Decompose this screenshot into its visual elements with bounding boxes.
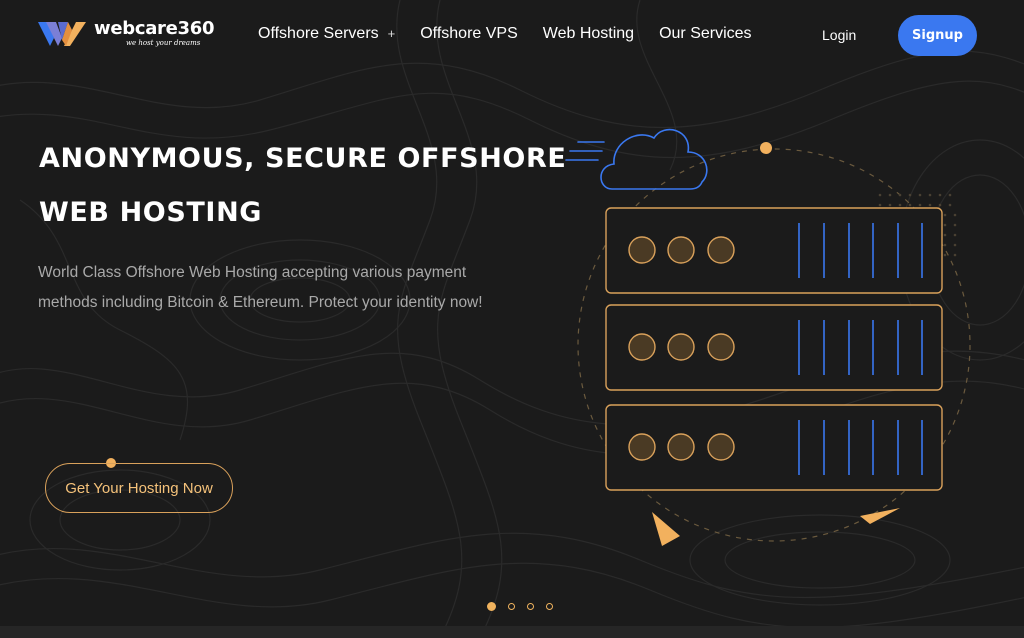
- arrow-left-icon: [652, 512, 680, 546]
- brand-tagline: we host your dreams: [126, 39, 201, 47]
- server-rack-icon: [605, 207, 943, 491]
- nav-item-label: Offshore Servers: [258, 25, 379, 42]
- plus-icon: +: [387, 26, 396, 41]
- slider-dot-2[interactable]: [508, 603, 515, 610]
- webcare-logo-icon: [38, 22, 86, 46]
- nav-item-our-services[interactable]: Our Services: [659, 25, 751, 43]
- get-hosting-button[interactable]: Get Your Hosting Now: [45, 463, 233, 513]
- nav-item-label: Our Services: [659, 25, 752, 42]
- hero-title-line-2: WEB HOSTING: [39, 197, 263, 228]
- brand-logo[interactable]: webcare360 we host your dreams: [38, 18, 218, 52]
- bottom-strip: [0, 626, 1024, 638]
- hero-title: ANONYMOUS, SECURE OFFSHORE WEB HOSTING: [39, 132, 579, 240]
- hero-description: World Class Offshore Web Hosting accepti…: [38, 264, 483, 311]
- nav-item-offshore-servers[interactable]: Offshore Servers +: [258, 25, 395, 43]
- orbit-dot: [760, 142, 772, 154]
- brand-name: webcare360: [94, 18, 215, 39]
- arrow-right-icon: [860, 508, 900, 524]
- nav-item-label: Offshore VPS: [420, 25, 518, 42]
- login-link[interactable]: Login: [822, 27, 856, 43]
- slider-dot-3[interactable]: [527, 603, 534, 610]
- slider-pagination: [0, 602, 1024, 611]
- slider-dot-4[interactable]: [546, 603, 553, 610]
- hero-illustration: [565, 128, 971, 546]
- nav-item-offshore-vps[interactable]: Offshore VPS: [420, 25, 518, 43]
- page: webcare360 we host your dreams Offshore …: [0, 0, 1024, 638]
- main-menu: Offshore Servers + Offshore VPS Web Hosti…: [258, 25, 777, 43]
- signup-button[interactable]: Signup: [898, 15, 977, 56]
- nav-item-web-hosting[interactable]: Web Hosting: [543, 25, 634, 43]
- cloud-icon: [565, 128, 708, 190]
- nav-item-label: Web Hosting: [542, 25, 635, 42]
- slider-dot-1[interactable]: [487, 602, 496, 611]
- top-navigation: webcare360 we host your dreams Offshore …: [0, 0, 1024, 70]
- hero-title-line-1: ANONYMOUS, SECURE OFFSHORE: [39, 143, 567, 174]
